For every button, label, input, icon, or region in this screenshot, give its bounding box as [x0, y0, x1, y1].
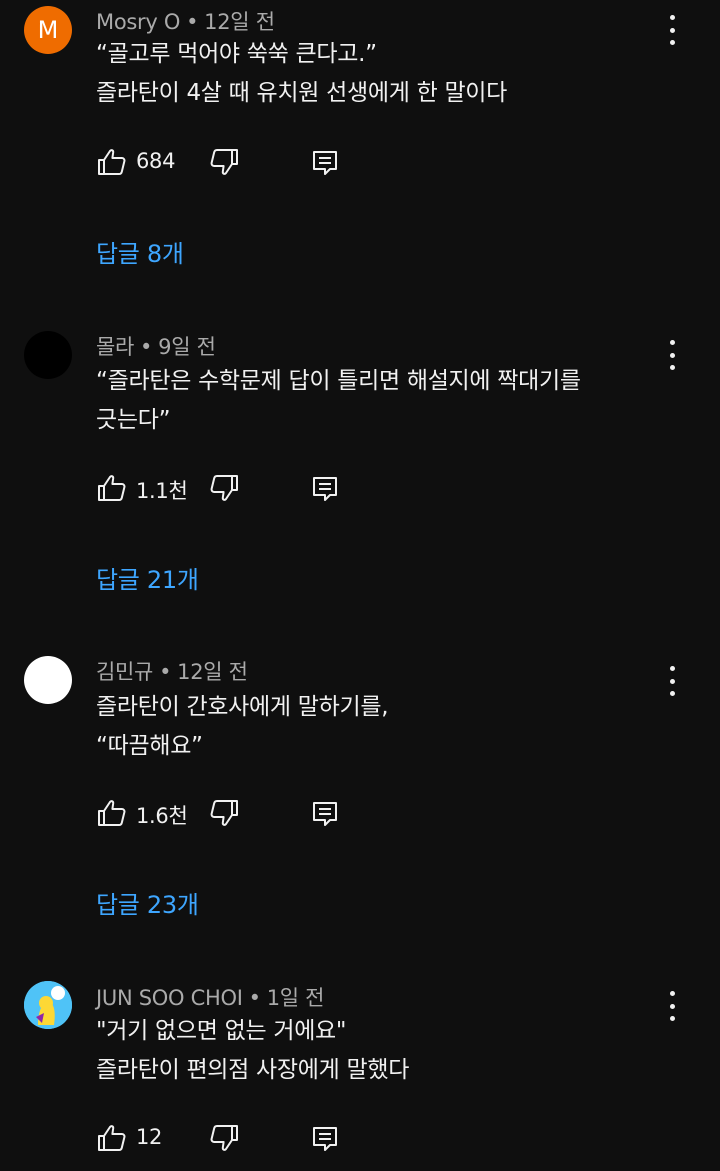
- more-vertical-icon-dot: [669, 365, 675, 370]
- avatar[interactable]: [24, 656, 72, 704]
- comment-text: “골고루 먹어야 쑥쑥 큰다고.” 즐라탄이 4살 때 유치원 선생에게 한 말…: [96, 35, 656, 113]
- avatar[interactable]: [24, 981, 72, 1029]
- view-replies-button[interactable]: 답글 8개: [96, 234, 184, 269]
- dislike-button[interactable]: [208, 1122, 240, 1154]
- more-vertical-icon-dot: [669, 1003, 675, 1009]
- more-vertical-icon-dot: [669, 691, 675, 696]
- reply-button[interactable]: [310, 474, 340, 504]
- like-count: 12: [136, 1125, 163, 1149]
- more-vertical-icon-dot: [669, 352, 675, 358]
- comment-time: 1일 전: [266, 986, 325, 1010]
- like-count: 684: [136, 149, 176, 173]
- dislike-button[interactable]: [208, 146, 240, 178]
- view-replies-button[interactable]: 답글 23개: [96, 885, 199, 920]
- reply-comment-icon: [313, 802, 337, 826]
- like-button[interactable]: [96, 1122, 128, 1154]
- thumb-down-icon: [210, 149, 238, 175]
- thumb-up-icon: [98, 800, 126, 826]
- avatar[interactable]: M: [24, 6, 72, 54]
- more-vertical-icon-dot: [669, 678, 675, 684]
- comment-text: "거기 없으면 없는 거에요" 즐라탄이 편의점 사장에게 말했다: [96, 1012, 656, 1090]
- comment-line: 긋는다”: [96, 407, 171, 433]
- avatar-letter: M: [37, 16, 59, 44]
- dislike-button[interactable]: [208, 472, 240, 504]
- comment-author[interactable]: JUN SOO CHOI: [96, 986, 243, 1010]
- more-options-button[interactable]: [660, 340, 684, 370]
- comment-meta: JUN SOO CHOI • 1일 전: [96, 982, 324, 1012]
- comment-actions: 1.1천: [96, 472, 396, 506]
- thumb-down-icon: [210, 1125, 238, 1151]
- more-options-button[interactable]: [660, 991, 684, 1021]
- like-button[interactable]: [96, 146, 128, 178]
- comment-meta: 몰라 • 9일 전: [96, 331, 216, 361]
- comment-line: “즐라탄은 수학문제 답이 틀리면 해설지에 짝대기를: [96, 368, 581, 394]
- more-vertical-icon-dot: [669, 40, 675, 45]
- comment-author[interactable]: 김민규: [96, 660, 153, 684]
- like-button[interactable]: [96, 797, 128, 829]
- like-button[interactable]: [96, 472, 128, 504]
- reply-comment-icon: [313, 477, 337, 501]
- comment-actions: 12: [96, 1122, 396, 1156]
- comment-line: 즐라탄이 편의점 사장에게 말했다: [96, 1057, 410, 1083]
- avatar[interactable]: [24, 331, 72, 379]
- more-vertical-icon-dot: [669, 27, 675, 33]
- more-vertical-icon-dot: [669, 1016, 675, 1021]
- reply-button[interactable]: [310, 1124, 340, 1154]
- separator-dot: •: [248, 986, 261, 1010]
- thumb-up-icon: [98, 475, 126, 501]
- comment-text: 즐라탄이 간호사에게 말하기를, “따끔해요”: [96, 688, 656, 766]
- more-vertical-icon: [669, 340, 675, 345]
- comment-author[interactable]: Mosry O: [96, 10, 180, 34]
- more-vertical-icon: [669, 666, 675, 671]
- thumb-down-icon: [210, 800, 238, 826]
- comment-line: 즐라탄이 간호사에게 말하기를,: [96, 694, 389, 720]
- comment-time: 12일 전: [204, 10, 275, 34]
- reply-comment-icon: [313, 151, 337, 175]
- dislike-button[interactable]: [208, 797, 240, 829]
- comment-time: 9일 전: [158, 335, 216, 359]
- more-options-button[interactable]: [660, 15, 684, 45]
- comment-meta: 김민규 • 12일 전: [96, 656, 248, 686]
- comment-text: “즐라탄은 수학문제 답이 틀리면 해설지에 짝대기를 긋는다”: [96, 362, 656, 440]
- comment-meta: Mosry O • 12일 전: [96, 6, 275, 36]
- thumb-up-icon: [98, 1125, 126, 1151]
- more-vertical-icon: [669, 991, 675, 996]
- comment-line: "거기 없으면 없는 거에요": [96, 1018, 347, 1044]
- comment-line: 즐라탄이 4살 때 유치원 선생에게 한 말이다: [96, 80, 508, 106]
- comment-author[interactable]: 몰라: [96, 335, 134, 359]
- more-vertical-icon: [669, 15, 675, 20]
- separator-dot: •: [159, 660, 172, 684]
- separator-dot: •: [186, 10, 199, 34]
- view-replies-button[interactable]: 답글 21개: [96, 560, 199, 595]
- thumb-down-icon: [210, 475, 238, 501]
- comment-line: “따끔해요”: [96, 733, 203, 759]
- cartoon-avatar-icon: [24, 981, 72, 1029]
- separator-dot: •: [140, 335, 153, 359]
- more-options-button[interactable]: [660, 666, 684, 696]
- comment-actions: 1.6천: [96, 797, 396, 831]
- comment-actions: 684: [96, 146, 396, 180]
- thumb-up-icon: [98, 149, 126, 175]
- comment-line: “골고루 먹어야 쑥쑥 큰다고.”: [96, 41, 377, 67]
- comment-time: 12일 전: [177, 660, 248, 684]
- reply-comment-icon: [313, 1127, 337, 1151]
- reply-button[interactable]: [310, 799, 340, 829]
- like-count: 1.6천: [136, 804, 188, 828]
- reply-button[interactable]: [310, 148, 340, 178]
- like-count: 1.1천: [136, 479, 188, 503]
